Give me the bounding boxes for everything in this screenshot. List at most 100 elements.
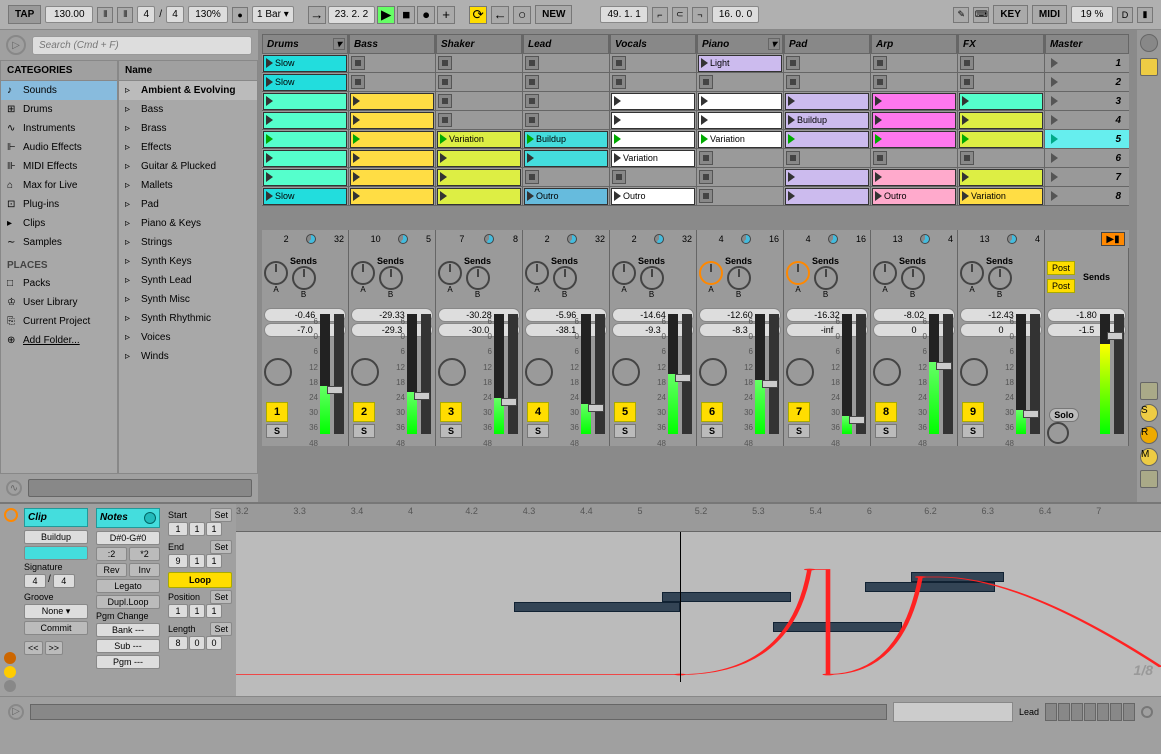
next-button[interactable]: >> [45,641,64,655]
clip-slot[interactable] [784,130,871,149]
clip-slot[interactable] [784,54,871,73]
clip[interactable] [698,93,782,110]
clip-slot[interactable]: Variation [697,130,784,149]
clip-activator[interactable] [4,508,18,522]
automation-envelope[interactable] [236,532,1161,682]
clip[interactable] [350,150,434,167]
track-fold-button[interactable]: ▾ [333,38,345,50]
track-activator[interactable]: 9 [962,402,984,422]
start-beat[interactable]: 1 [189,522,205,536]
clip-color-dot[interactable] [4,652,16,664]
place-item[interactable]: ⊕Add Folder... [1,331,117,350]
io-cell[interactable]: 232 [610,230,697,248]
len-beat[interactable]: 0 [189,636,205,650]
io-cell[interactable]: 232 [523,230,610,248]
clip-slot[interactable] [349,111,436,130]
start-bar[interactable]: 1 [168,522,188,536]
clip-stop-button[interactable] [786,151,800,165]
end-beat[interactable]: 1 [189,554,205,568]
arrangement-position[interactable]: 23. 2. 2 [328,6,375,24]
track-activator[interactable]: 6 [701,402,723,422]
sub-field[interactable]: Sub --- [96,639,160,653]
master-fader-handle[interactable] [1107,332,1123,340]
sends-toggle[interactable] [1140,382,1158,400]
pos-16th[interactable]: 1 [206,604,222,618]
category-item[interactable]: ♪Sounds [1,81,117,100]
set-position-button[interactable]: Set [210,590,232,604]
overdub-button[interactable]: + [437,6,455,24]
pgm-field[interactable]: Pgm --- [96,655,160,669]
delay-toggle[interactable] [1140,470,1158,488]
clip[interactable]: Light [698,55,782,72]
fader-handle[interactable] [1023,410,1039,418]
browser-item[interactable]: ▹Guitar & Plucked [119,157,257,176]
browser-item[interactable]: ▹Synth Rhythmic [119,309,257,328]
send-b-knob[interactable] [640,266,664,290]
browser-item[interactable]: ▹Winds [119,347,257,366]
nudge-up-button[interactable]: ⦀ [117,7,133,23]
clip[interactable] [437,188,521,205]
scene-slot[interactable]: 5 [1045,130,1129,149]
bank-field[interactable]: Bank --- [96,623,160,637]
clip-slot[interactable] [436,92,523,111]
master-volume-fader[interactable] [1114,314,1124,434]
notes-panel-toggle[interactable] [144,512,156,524]
draw-mode-button[interactable]: ✎ [953,7,969,23]
clip-slot[interactable]: Slow [262,54,349,73]
pan-knob[interactable] [525,358,553,386]
clip-stop-button[interactable] [699,170,713,184]
solo-button[interactable]: S [701,424,723,438]
clip[interactable] [350,112,434,129]
clip-slot[interactable] [958,92,1045,111]
clip[interactable]: Outro [611,188,695,205]
end-bar[interactable]: 9 [168,554,188,568]
clip-stop-button[interactable] [525,56,539,70]
send-b-knob[interactable] [379,266,403,290]
clip-slot[interactable] [262,149,349,168]
groove-select[interactable]: None ▾ [24,604,88,619]
clip[interactable] [263,131,347,148]
end-16th[interactable]: 1 [206,554,222,568]
volume-fader[interactable] [1030,314,1040,434]
set-end-button[interactable]: Set [210,540,232,554]
browser-item[interactable]: ▹Voices [119,328,257,347]
clip[interactable] [959,131,1043,148]
clip-stop-button[interactable] [525,75,539,89]
clip-slot[interactable]: Outro [610,187,697,206]
clip[interactable] [959,93,1043,110]
clip-sig-num[interactable]: 4 [24,574,46,588]
solo-button[interactable]: S [788,424,810,438]
pan-knob[interactable] [612,358,640,386]
place-item[interactable]: □Packs [1,274,117,293]
category-item[interactable]: ⊪MIDI Effects [1,157,117,176]
returns-toggle[interactable]: S [1140,404,1158,422]
clip-slot[interactable] [697,168,784,187]
clip-slot[interactable] [610,73,697,92]
session-arrangement-toggle[interactable] [1140,34,1158,52]
clip[interactable]: Variation [959,188,1043,205]
clip-stop-button[interactable] [351,75,365,89]
clip-slot[interactable] [523,73,610,92]
clip-slot[interactable] [436,149,523,168]
nudge-down-button[interactable]: ⦀ [97,7,113,23]
clip[interactable] [263,169,347,186]
clip-stop-button[interactable] [873,75,887,89]
record-button[interactable]: ● [417,6,435,24]
send-a-knob[interactable] [873,261,897,285]
clip[interactable]: Outro [524,188,608,205]
clip[interactable] [437,150,521,167]
clip-stop-button[interactable] [525,113,539,127]
clip[interactable]: Buildup [524,131,608,148]
volume-fader[interactable] [595,314,605,434]
loop-button[interactable]: Loop [168,572,232,588]
clip-slot[interactable] [697,92,784,111]
clip-stop-button[interactable] [699,189,713,203]
clip-name-field[interactable]: Buildup [24,530,88,544]
midi-note-editor[interactable]: 3.23.33.444.24.34.455.25.35.466.26.36.47… [236,504,1161,696]
solo-button[interactable]: S [353,424,375,438]
browser-item[interactable]: ▹Synth Keys [119,252,257,271]
scene-slot[interactable]: 8 [1045,187,1129,206]
clip-slot[interactable] [697,111,784,130]
clip-stop-button[interactable] [438,113,452,127]
clip-slot[interactable] [610,92,697,111]
